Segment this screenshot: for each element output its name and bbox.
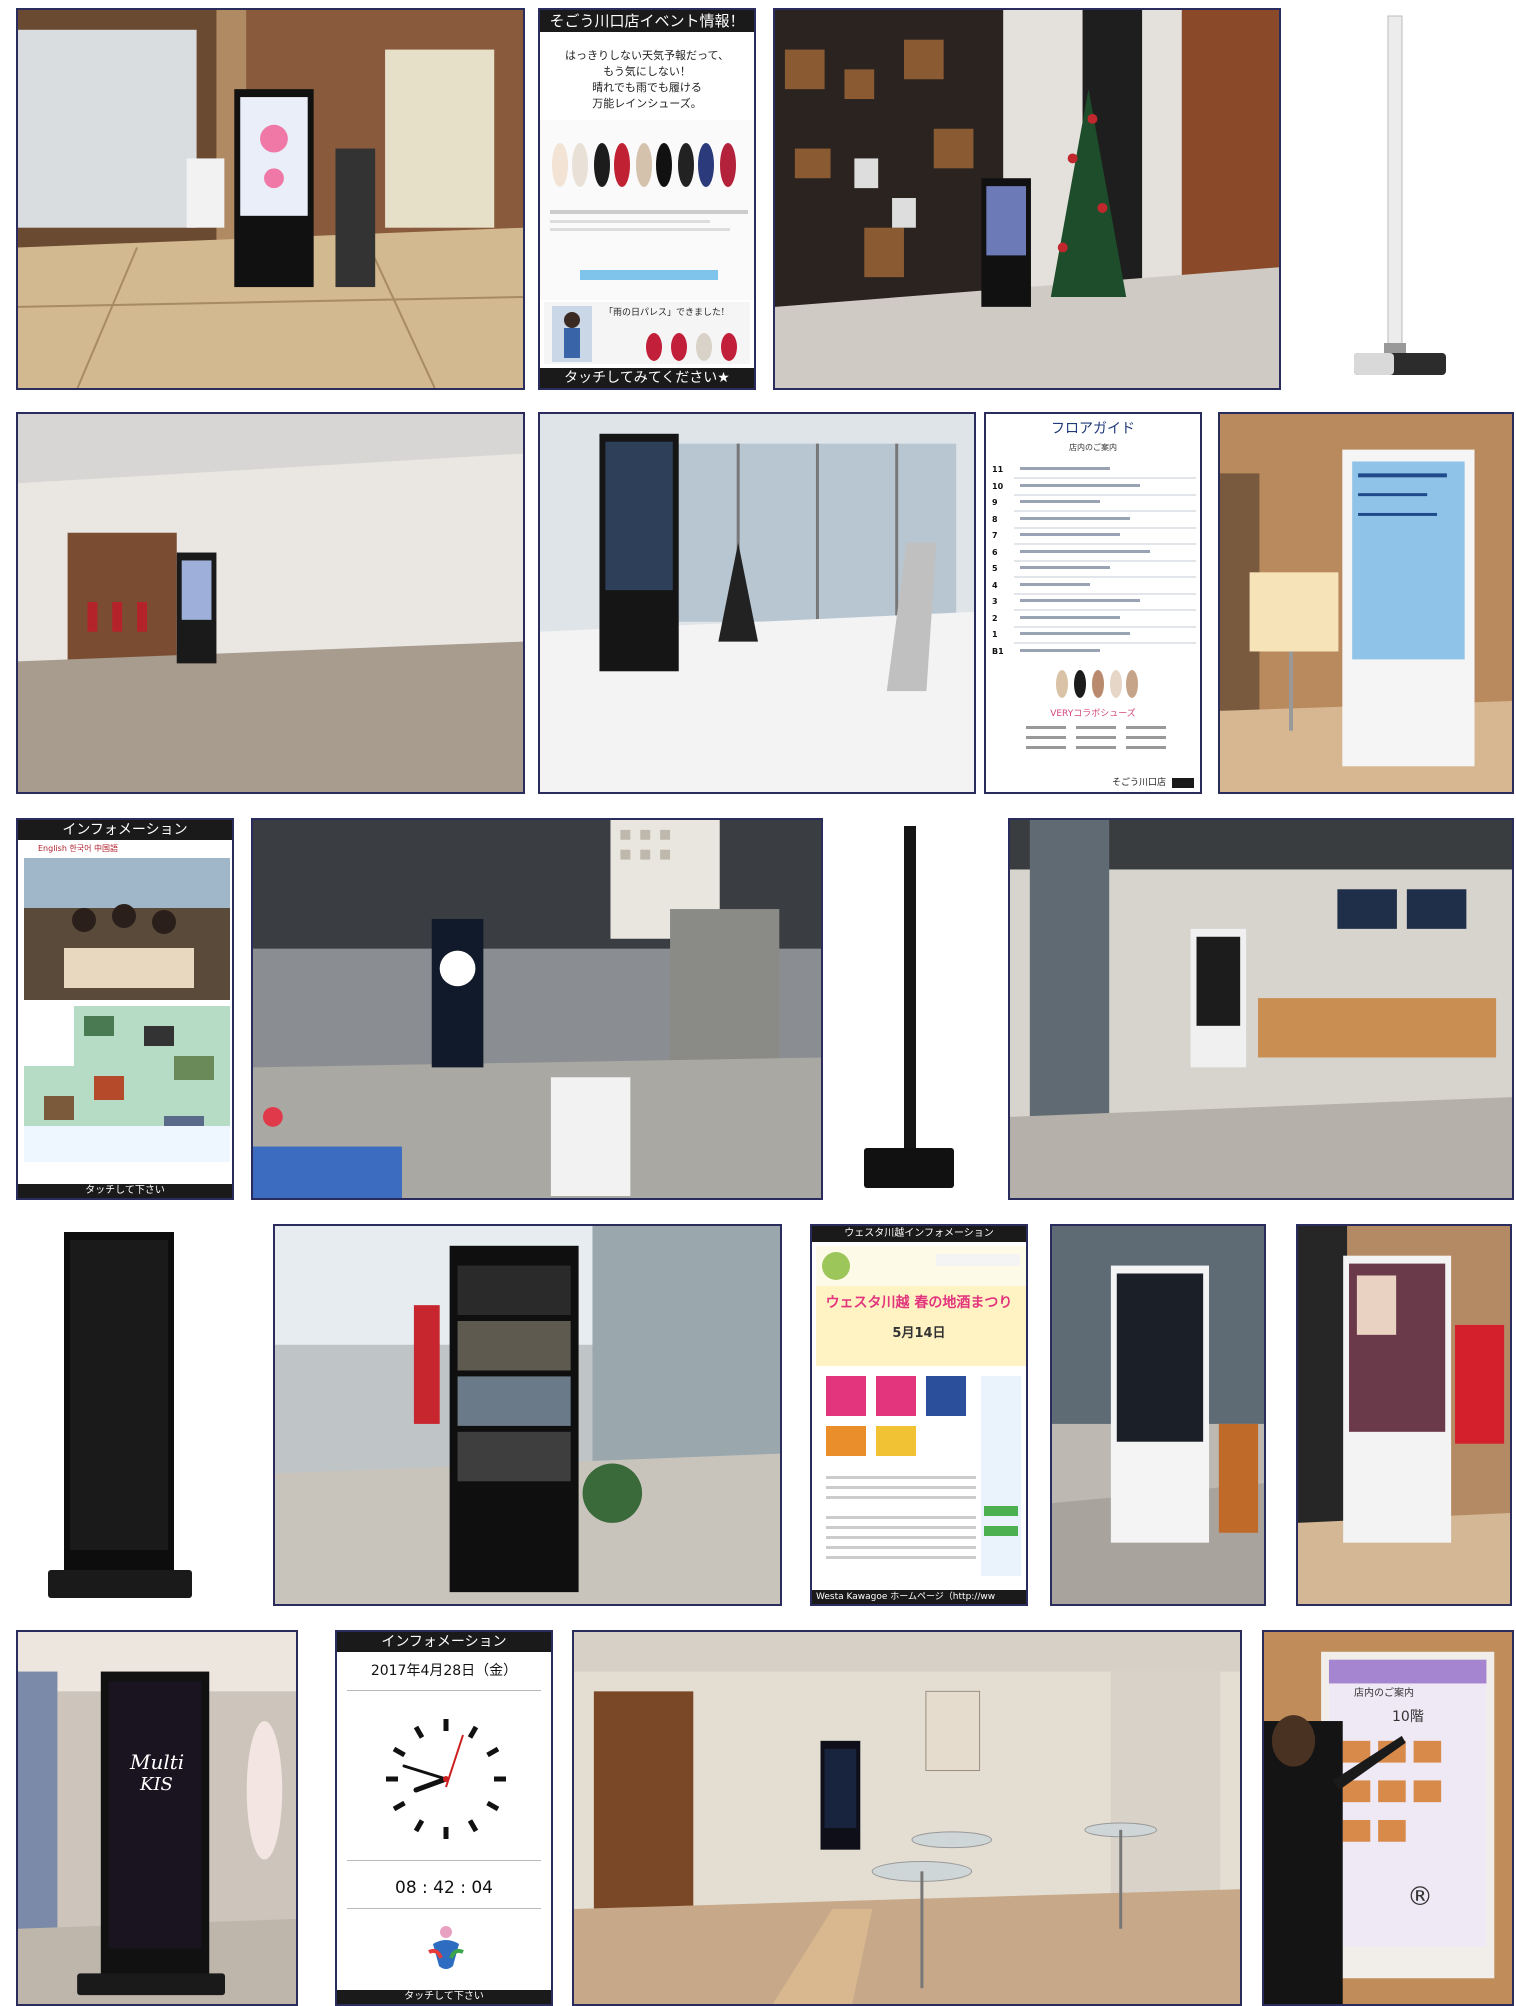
floor-directory-lines bbox=[1014, 467, 1196, 652]
screen-information-japanese: インフォメーション English 한국어 中国語 タッチして下さい bbox=[16, 818, 234, 1200]
touch-prompt[interactable]: タッチして下さい bbox=[18, 1184, 232, 1198]
cafe-photo bbox=[24, 858, 230, 1000]
photo-lobby-clock-kiosk bbox=[251, 818, 823, 1200]
headline-line: もう気にしない！ bbox=[603, 65, 691, 78]
promo-label: VERYコラボシューズ bbox=[1050, 709, 1136, 719]
floor-number[interactable]: 8 bbox=[992, 512, 1014, 529]
screen-title: インフォメーション bbox=[337, 1632, 551, 1652]
floor-number[interactable]: 6 bbox=[992, 545, 1014, 562]
photo-kiosk-front-black bbox=[40, 1226, 200, 1608]
event-date: 5月14日 bbox=[892, 1326, 946, 1341]
photo-white-kiosk-store bbox=[1296, 1224, 1512, 1606]
photo-kiosk-screen-lobby bbox=[1050, 1224, 1266, 1606]
touch-prompt[interactable]: タッチしてみてください★ bbox=[540, 368, 754, 388]
photo-kiosk-touch-menu: 店内のご案内 10階 ® bbox=[1262, 1630, 1514, 2006]
language-links[interactable]: English 한국어 中国語 bbox=[38, 842, 232, 856]
floor-number[interactable]: 2 bbox=[992, 611, 1014, 628]
floor-number[interactable]: 9 bbox=[992, 495, 1014, 512]
mascot-logo-icon bbox=[428, 1926, 464, 1969]
photo-empty-hall-kiosk bbox=[16, 412, 525, 794]
floor-number[interactable]: 10 bbox=[992, 479, 1014, 496]
footer-url[interactable]: Westa Kawagoe ホームページ（http://ww bbox=[812, 1590, 1026, 1604]
floor-number[interactable]: 3 bbox=[992, 594, 1014, 611]
time-display: 08 : 42 : 04 bbox=[395, 1878, 493, 1898]
screen-clock-information: インフォメーション 2017年4月28日（金） 08 : 42 : 04 タッチ… bbox=[335, 1630, 553, 2006]
floor-number[interactable]: 7 bbox=[992, 528, 1014, 545]
photo-glass-entrance-kiosk bbox=[538, 412, 976, 794]
page-content bbox=[826, 1376, 1021, 1576]
date-display: 2017年4月28日（金） bbox=[370, 1663, 518, 1679]
store-name: そごう川口店 bbox=[1111, 778, 1166, 788]
brand-line-2: KIS bbox=[140, 1774, 173, 1795]
photo-white-kiosk-stand bbox=[1218, 412, 1514, 794]
headline-line: はっきりしない天気予報だって、 bbox=[565, 49, 729, 62]
screen-title: そごう川口店イベント情報！ bbox=[540, 10, 754, 32]
floor-number[interactable]: 4 bbox=[992, 578, 1014, 595]
photo-lobby-christmas-tree bbox=[773, 8, 1281, 390]
floor-guide-subtitle: 店内のご案内 bbox=[1069, 443, 1117, 452]
headline-line: 晴れでも雨でも履ける bbox=[592, 81, 702, 94]
brand-line-1: Multi bbox=[130, 1750, 185, 1774]
screen-floor-guide: フロアガイド 店内のご案内 11 10 9 8 7 6 5 4 3 2 1 B1… bbox=[984, 412, 1202, 794]
analog-clock bbox=[384, 1717, 508, 1841]
screen-event-info: そごう川口店イベント情報！ はっきりしない天気予報だって、 もう気にしない！ 晴… bbox=[538, 8, 756, 390]
photo-banquet-hall-kiosk bbox=[572, 1630, 1242, 2006]
screen-title: ウェスタ川越インフォメーション bbox=[812, 1226, 1026, 1242]
photo-kiosk-side-white bbox=[1340, 8, 1460, 390]
screen-title: インフォメーション bbox=[18, 820, 232, 840]
headline-line: 万能レインシューズ。 bbox=[592, 97, 702, 110]
promo-shoes-image bbox=[1056, 670, 1138, 698]
photo-reception-kiosk bbox=[1008, 818, 1514, 1200]
floor-number[interactable]: 1 bbox=[992, 627, 1014, 644]
photo-kiosk-side-black bbox=[850, 818, 970, 1200]
shoes-image bbox=[540, 120, 754, 300]
photo-multikiosk-mall: Multi KIS bbox=[16, 1630, 298, 2006]
map-collage bbox=[24, 1006, 230, 1162]
floor-number[interactable]: B1 bbox=[992, 644, 1014, 661]
floor-number[interactable]: 5 bbox=[992, 561, 1014, 578]
photo-showroom-kiosk bbox=[273, 1224, 782, 1606]
floor-guide-title: フロアガイド bbox=[1051, 421, 1135, 437]
event-title: ウェスタ川越 春の地酒まつり bbox=[825, 1295, 1013, 1311]
screen-westa-kawagoe: ウェスタ川越インフォメーション ウェスタ川越 春の地酒まつり 5月14日 Wes… bbox=[810, 1224, 1028, 1606]
floor-number[interactable]: 11 bbox=[992, 462, 1014, 479]
registered-mark: ® bbox=[1407, 1882, 1433, 1912]
menu-title: 店内のご案内 bbox=[1354, 1688, 1414, 1699]
floor-label: 10階 bbox=[1392, 1709, 1424, 1725]
photo-store-entrance-kiosk bbox=[16, 8, 525, 390]
top-button[interactable] bbox=[1172, 778, 1194, 788]
touch-prompt[interactable]: タッチして下さい bbox=[337, 1990, 551, 2004]
banner-text: 「雨の日パレス」できました! bbox=[604, 308, 725, 318]
